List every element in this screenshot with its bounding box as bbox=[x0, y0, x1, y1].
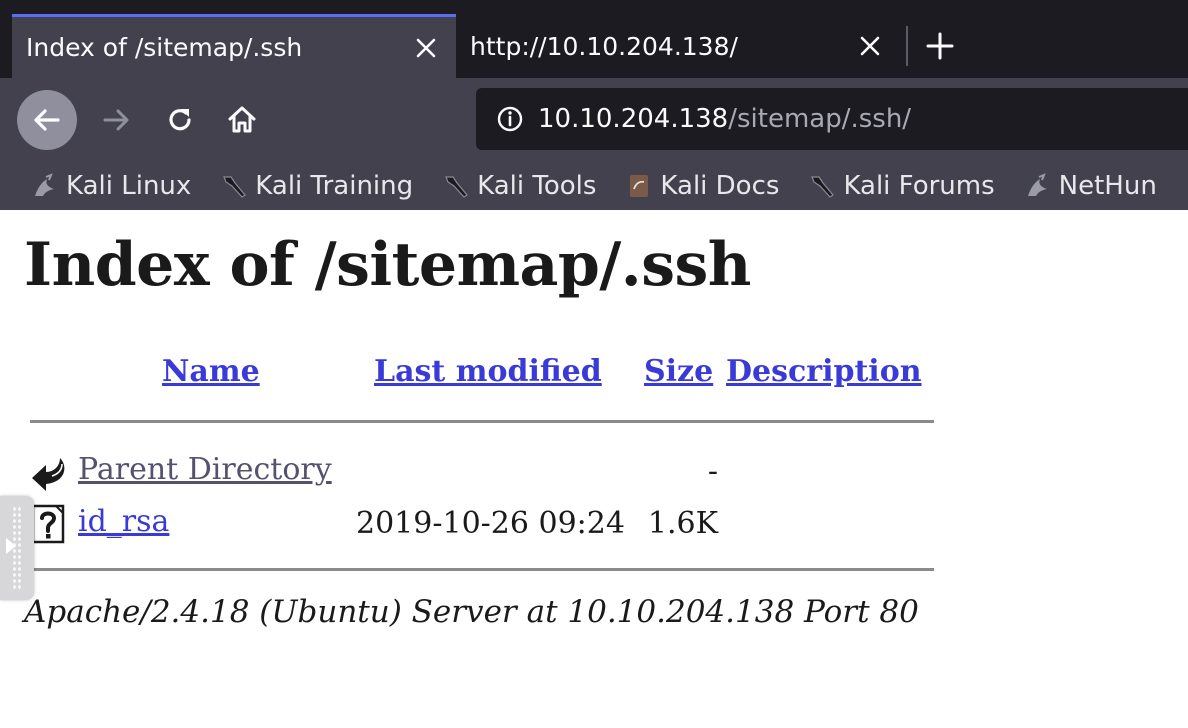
parent-directory-link[interactable]: Parent Directory bbox=[78, 452, 332, 487]
bookmark-label: Kali Training bbox=[255, 171, 414, 201]
bookmark-kali-linux[interactable]: Kali Linux bbox=[32, 171, 191, 201]
tab-title: Index of /sitemap/.ssh bbox=[26, 33, 303, 62]
tab-title: http://10.10.204.138/ bbox=[470, 31, 738, 61]
bookmark-kali-docs[interactable]: Kali Docs bbox=[626, 171, 779, 201]
expand-arrow-icon bbox=[6, 538, 16, 554]
divider bbox=[30, 568, 934, 571]
tab-separator bbox=[906, 26, 908, 66]
arrow-left-icon bbox=[34, 109, 60, 131]
column-header-description[interactable]: Description bbox=[726, 354, 922, 389]
tab-inactive[interactable]: http://10.10.204.138/ bbox=[456, 14, 900, 78]
tab-active[interactable]: Index of /sitemap/.ssh bbox=[12, 14, 456, 78]
close-icon bbox=[416, 38, 436, 57]
site-info-button[interactable] bbox=[490, 99, 530, 139]
kali-tool-icon bbox=[809, 173, 835, 199]
row-last-modified: 2019-10-26 09:24 bbox=[356, 506, 625, 541]
bookmarks-toolbar: Kali Linux Kali Training Kali Tools Kali… bbox=[0, 162, 1188, 210]
home-button[interactable] bbox=[212, 90, 272, 150]
info-icon bbox=[497, 106, 523, 132]
reload-icon bbox=[169, 109, 191, 131]
close-icon bbox=[860, 36, 880, 56]
back-button[interactable] bbox=[17, 90, 77, 150]
kali-docs-icon bbox=[626, 173, 652, 199]
address-bar[interactable]: 10.10.204.138/sitemap/.ssh/ bbox=[476, 88, 1188, 150]
url-path: /sitemap/.ssh/ bbox=[728, 104, 912, 134]
bookmark-label: Kali Linux bbox=[66, 171, 192, 201]
plus-icon bbox=[926, 32, 954, 60]
url-text[interactable]: 10.10.204.138/sitemap/.ssh/ bbox=[538, 104, 911, 134]
column-header-size[interactable]: Size bbox=[644, 354, 713, 389]
row-size: 1.6K bbox=[647, 506, 718, 541]
kali-dragon-icon bbox=[1025, 173, 1051, 199]
navigation-toolbar: 10.10.204.138/sitemap/.ssh/ bbox=[0, 78, 1188, 162]
table-row: id_rsa 2019-10-26 09:24 1.6K bbox=[0, 502, 940, 546]
bookmark-label: Kali Tools bbox=[477, 171, 597, 201]
tab-close-button[interactable] bbox=[404, 26, 448, 70]
unknown-file-icon bbox=[30, 504, 70, 544]
bookmark-label: Kali Forums bbox=[843, 171, 995, 201]
kali-tool-icon bbox=[221, 173, 247, 199]
id-rsa-file-link[interactable]: id_rsa bbox=[78, 504, 169, 539]
bookmark-kali-training[interactable]: Kali Training bbox=[221, 171, 413, 201]
bookmark-kali-tools[interactable]: Kali Tools bbox=[443, 171, 596, 201]
kali-tool-icon bbox=[443, 173, 469, 199]
divider bbox=[30, 420, 934, 423]
column-header-name[interactable]: Name bbox=[162, 354, 260, 389]
bookmark-nethunter[interactable]: NetHun bbox=[1025, 171, 1157, 201]
bookmark-label: Kali Docs bbox=[660, 171, 780, 201]
kali-dragon-icon bbox=[32, 173, 58, 199]
sidebar-toggle-handle[interactable] bbox=[0, 496, 34, 600]
url-host: 10.10.204.138 bbox=[538, 104, 729, 134]
column-header-last-modified[interactable]: Last modified bbox=[374, 354, 602, 389]
table-row: Parent Directory - bbox=[0, 450, 940, 494]
tab-bar: Index of /sitemap/.ssh http://10.10.204.… bbox=[0, 0, 1188, 78]
new-tab-button[interactable] bbox=[916, 22, 964, 70]
bookmark-kali-forums[interactable]: Kali Forums bbox=[809, 171, 995, 201]
arrow-right-icon bbox=[103, 109, 129, 131]
server-signature: Apache/2.4.18 (Ubuntu) Server at 10.10.2… bbox=[24, 594, 919, 630]
page-content: Index of /sitemap/.ssh Name Last modifie… bbox=[0, 210, 1188, 728]
forward-button[interactable] bbox=[86, 90, 146, 150]
page-title: Index of /sitemap/.ssh bbox=[24, 230, 751, 300]
bookmark-label: NetHun bbox=[1058, 171, 1157, 201]
back-arrow-icon bbox=[30, 452, 70, 492]
reload-button[interactable] bbox=[150, 90, 210, 150]
home-icon bbox=[228, 106, 256, 133]
tab-close-button[interactable] bbox=[848, 24, 892, 68]
row-size: - bbox=[707, 454, 718, 489]
